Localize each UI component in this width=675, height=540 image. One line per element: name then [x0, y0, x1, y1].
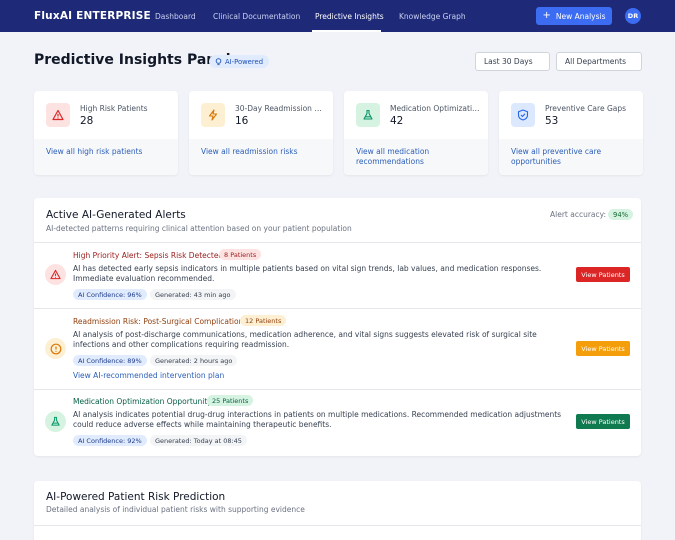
department-select[interactable]: All Departments [556, 52, 642, 71]
prediction-subtitle: Detailed analysis of individual patient … [46, 505, 305, 514]
ai-confidence-badge: AI Confidence: 89% [73, 355, 147, 366]
prediction-title: AI-Powered Patient Risk Prediction [46, 491, 226, 503]
view-medication-link[interactable]: View all medication recommendations [356, 147, 482, 167]
nav-predictive-insights[interactable]: Predictive Insights [315, 12, 384, 21]
view-patients-button[interactable]: View Patients [576, 341, 630, 356]
active-nav-indicator [312, 30, 381, 32]
view-readmission-link[interactable]: View all readmission risks [201, 147, 327, 157]
alert-item-readmission: Readmission Risk: Post-Surgical Complica… [34, 308, 641, 389]
patient-count-badge: 8 Patients [219, 249, 262, 260]
alert-item-sepsis: High Priority Alert: Sepsis Risk Detecte… [34, 242, 641, 308]
stat-footer: View all medication recommendations [344, 139, 488, 175]
ai-confidence-badge: AI Confidence: 96% [73, 289, 147, 300]
shield-icon [511, 103, 535, 127]
department-value: All Departments [565, 57, 626, 66]
intervention-plan-link[interactable]: View AI-recommended intervention plan [73, 371, 224, 380]
nav-clinical-documentation[interactable]: Clinical Documentation [213, 12, 300, 21]
stat-card-readmission: 30-Day Readmission Risk 16 View all read… [189, 91, 333, 175]
stat-value: 16 [235, 115, 249, 127]
stat-footer: View all readmission risks [189, 139, 333, 175]
generated-time-badge: Generated: 43 min ago [150, 289, 236, 300]
plus-icon: + [542, 10, 551, 21]
stat-label: 30-Day Readmission Risk [235, 104, 325, 113]
view-preventive-link[interactable]: View all preventive care opportunities [511, 147, 637, 167]
flask-icon [356, 103, 380, 127]
stat-value: 42 [390, 115, 404, 127]
patient-count-badge: 12 Patients [240, 315, 287, 326]
stat-label: High Risk Patients [80, 104, 148, 113]
new-analysis-button[interactable]: + New Analysis [536, 7, 612, 25]
alert-title: Readmission Risk: Post-Surgical Complica… [73, 317, 248, 326]
stat-card-high-risk: High Risk Patients 28 View all high risk… [34, 91, 178, 175]
divider [34, 525, 641, 526]
stat-label: Preventive Care Gaps [545, 104, 627, 113]
ai-powered-badge: AI-Powered [209, 55, 270, 68]
nav-knowledge-graph[interactable]: Knowledge Graph [399, 12, 466, 21]
stat-footer: View all preventive care opportunities [499, 139, 643, 175]
warning-triangle-icon [46, 103, 70, 127]
brand-logo[interactable]: FluxAI ENTERPRISE [34, 10, 151, 22]
stat-footer: View all high risk patients [34, 139, 178, 175]
alert-accuracy-badge: 94% [608, 209, 634, 220]
stat-card-medication: Medication Optimization 42 View all medi… [344, 91, 488, 175]
warning-triangle-icon [45, 264, 66, 285]
alert-title: Medication Optimization Opportunity [73, 397, 212, 406]
nav-dashboard[interactable]: Dashboard [155, 12, 196, 21]
new-analysis-label: New Analysis [555, 11, 606, 21]
date-range-select[interactable]: Last 30 Days [475, 52, 550, 71]
date-range-value: Last 30 Days [484, 57, 533, 66]
generated-time-badge: Generated: Today at 08:45 [150, 435, 247, 446]
alert-item-medication: Medication Optimization Opportunity 25 P… [34, 389, 641, 456]
alert-accuracy-label: Alert accuracy: [550, 210, 607, 219]
alert-description: AI analysis indicates potential drug-dru… [73, 410, 562, 429]
stat-value: 28 [80, 115, 94, 127]
alerts-subtitle: AI-detected patterns requiring clinical … [46, 224, 352, 233]
active-alerts-panel: Active AI-Generated Alerts AI-detected p… [34, 198, 641, 456]
view-patients-button[interactable]: View Patients [576, 267, 630, 282]
user-avatar[interactable]: DR [625, 8, 641, 24]
risk-prediction-panel: AI-Powered Patient Risk Prediction Detai… [34, 481, 641, 540]
view-patients-button[interactable]: View Patients [576, 414, 630, 429]
stat-label: Medication Optimization [390, 104, 480, 113]
generated-time-badge: Generated: 2 hours ago [150, 355, 238, 366]
alerts-title: Active AI-Generated Alerts [46, 209, 186, 221]
view-high-risk-link[interactable]: View all high risk patients [46, 147, 172, 157]
lightning-icon [201, 103, 225, 127]
ai-powered-label: AI-Powered [225, 57, 264, 66]
stat-card-preventive: Preventive Care Gaps 53 View all prevent… [499, 91, 643, 175]
page-title: Predictive Insights Panel [34, 52, 231, 68]
patient-count-badge: 25 Patients [207, 395, 254, 406]
stat-value: 53 [545, 115, 559, 127]
alert-description: AI analysis of post-discharge communicat… [73, 330, 537, 349]
info-circle-icon [45, 338, 66, 359]
lightbulb-icon [215, 57, 222, 65]
alert-title: High Priority Alert: Sepsis Risk Detecte… [73, 251, 224, 260]
flask-icon [45, 411, 66, 432]
alert-description: AI has detected early sepsis indicators … [73, 264, 542, 283]
top-navbar: FluxAI ENTERPRISE Dashboard Clinical Doc… [0, 0, 675, 32]
ai-confidence-badge: AI Confidence: 92% [73, 435, 147, 446]
